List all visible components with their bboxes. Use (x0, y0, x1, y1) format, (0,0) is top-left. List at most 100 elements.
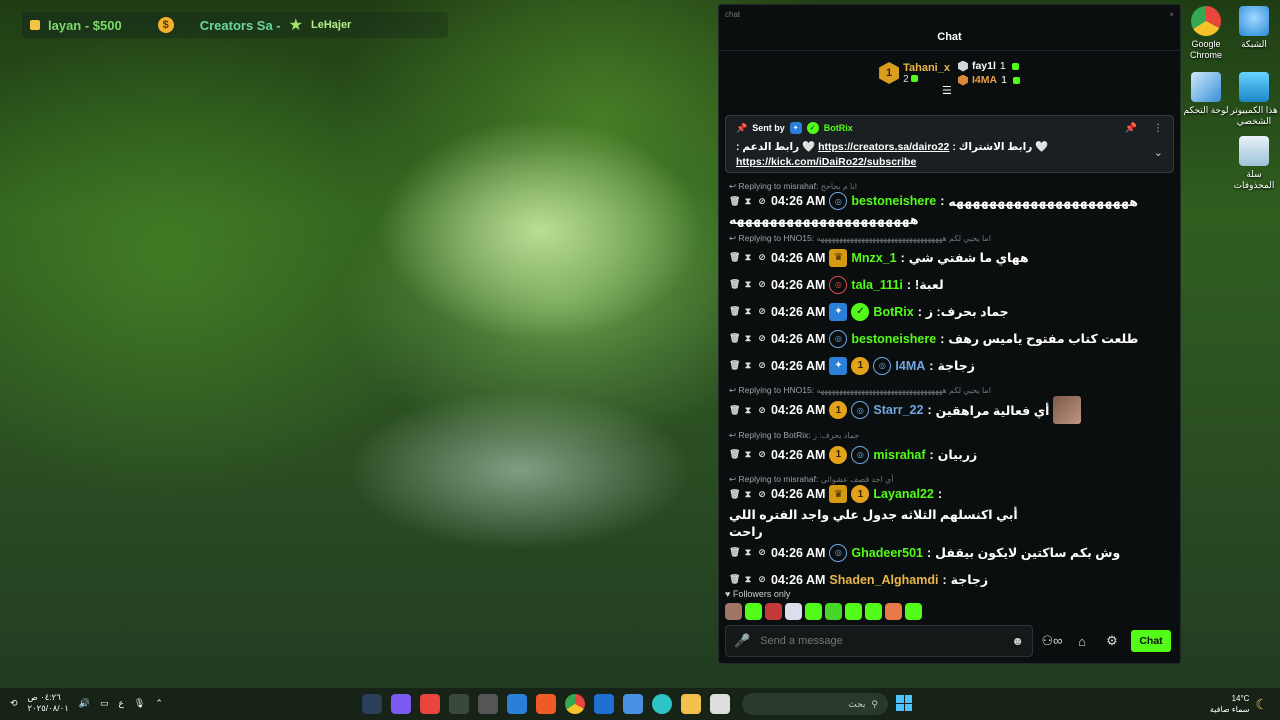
ban-icon[interactable]: ⊘ (757, 405, 767, 416)
chevron-up-icon[interactable]: ⌃ (155, 698, 163, 709)
ban-icon[interactable]: ⊘ (757, 360, 767, 371)
taskbar-clock[interactable]: ٠٤:٢٦ ص ٢٠٢٥/٠٨/٠١ (28, 692, 69, 714)
ban-icon[interactable]: ⊘ (757, 279, 767, 290)
microphone-icon[interactable]: 🎤 (734, 633, 750, 649)
reply-context[interactable]: ↩ Replying to HNO15: اما يحبي لكم هههههه… (729, 233, 1172, 244)
store-taskbar-icon[interactable] (623, 694, 643, 714)
obs-icon[interactable] (478, 694, 498, 714)
ban-icon[interactable]: ⊘ (757, 574, 767, 585)
emote-item[interactable] (845, 603, 862, 620)
timeout-icon[interactable]: ⧗ (743, 547, 753, 558)
pinned-sender[interactable]: BotRix (824, 123, 853, 133)
close-icon[interactable]: × (1169, 10, 1174, 19)
timeout-icon[interactable]: ⧗ (743, 306, 753, 317)
mic-tray-icon[interactable]: 🎙 (134, 698, 145, 709)
emote-item[interactable] (725, 603, 742, 620)
ban-icon[interactable]: ⊘ (757, 252, 767, 263)
timeout-icon[interactable]: ⧗ (743, 333, 753, 344)
timeout-icon[interactable]: ⧗ (743, 449, 753, 460)
file-explorer-icon[interactable] (681, 694, 701, 714)
message-username[interactable]: I4MA (895, 359, 925, 373)
message-input-box[interactable]: 🎤 ☻ (725, 625, 1033, 657)
emote-item[interactable] (745, 603, 762, 620)
leaderboard-third[interactable]: I4MA 1 (957, 74, 1020, 86)
delete-message-icon[interactable]: 🗑 (729, 449, 740, 460)
delete-message-icon[interactable]: 🗑 (729, 547, 740, 558)
ban-icon[interactable]: ⊘ (757, 333, 767, 344)
desktop-icon-chrome[interactable]: Google Chrome (1180, 6, 1232, 61)
timeout-icon[interactable]: ⧗ (743, 574, 753, 585)
emote-item[interactable] (885, 603, 902, 620)
delete-message-icon[interactable]: 🗑 (729, 333, 740, 344)
message-username[interactable]: BotRix (873, 305, 913, 319)
message-input[interactable] (760, 635, 1002, 647)
delete-message-icon[interactable]: 🗑 (729, 405, 740, 416)
emote-item[interactable] (865, 603, 882, 620)
pinned-link-kick[interactable]: https://kick.com/iDaiRo22/subscribe (736, 156, 916, 168)
leaderboard-first[interactable]: 1 Tahani_x 2 (879, 62, 950, 85)
reply-context[interactable]: ↩ Replying to HNO15: اما يحبي لكم هههههه… (729, 385, 1172, 396)
timeout-icon[interactable]: ⧗ (743, 252, 753, 263)
desktop-icon-recycle-bin[interactable]: سلة المحذوفات (1228, 136, 1280, 191)
unpin-icon[interactable]: 📌 (1125, 123, 1137, 134)
leaderboard-second[interactable]: fay1l 1 (957, 60, 1020, 72)
windows-app-icon[interactable] (594, 694, 614, 714)
delete-message-icon[interactable]: 🗑 (729, 574, 740, 585)
message-username[interactable]: Starr_22 (873, 403, 923, 417)
input-language[interactable]: ع (119, 698, 124, 709)
pinned-link-subscribe[interactable]: https://creators.sa/dairo22 (818, 141, 949, 153)
collapse-leaderboard-icon[interactable]: ☰ (942, 84, 952, 97)
steam-icon[interactable] (362, 694, 382, 714)
message-username[interactable]: bestoneishere (851, 194, 936, 208)
app-red-icon[interactable] (420, 694, 440, 714)
ban-icon[interactable]: ⊘ (757, 196, 767, 207)
chevron-down-icon[interactable]: ⌄ (1154, 146, 1163, 159)
start-button[interactable] (896, 695, 912, 711)
emote-item[interactable] (785, 603, 802, 620)
message-username[interactable]: Ghadeer501 (851, 546, 923, 560)
chrome-taskbar-icon[interactable] (565, 694, 585, 714)
timeout-icon[interactable]: ⧗ (743, 360, 753, 371)
send-chat-button[interactable]: Chat (1131, 630, 1171, 652)
message-username[interactable]: misrahaf (873, 448, 925, 462)
desktop-icon-network[interactable]: الشبكة (1228, 6, 1280, 50)
app-white-icon[interactable] (710, 694, 730, 714)
brave-icon[interactable] (536, 694, 556, 714)
window-titlebar[interactable]: chat × (719, 5, 1180, 23)
message-username[interactable]: tala_111i (851, 278, 902, 292)
notification-icon[interactable]: ⟲ (10, 698, 18, 709)
ban-icon[interactable]: ⊘ (757, 489, 767, 500)
settings-gear-icon[interactable]: ⚙ (1101, 633, 1123, 649)
mail-icon[interactable] (507, 694, 527, 714)
timeout-icon[interactable]: ⧗ (743, 489, 753, 500)
delete-message-icon[interactable]: 🗑 (729, 196, 740, 207)
desktop-icon-this-pc[interactable]: هذا الكمبيوتر الشخصي (1228, 72, 1280, 127)
message-username[interactable]: Mnzx_1 (851, 251, 896, 265)
taskbar-search[interactable]: بحث ⚲ (742, 693, 888, 715)
emote-item[interactable] (825, 603, 842, 620)
message-username[interactable]: bestoneishere (851, 332, 936, 346)
ban-icon[interactable]: ⊘ (757, 547, 767, 558)
timeout-icon[interactable]: ⧗ (743, 405, 753, 416)
ban-icon[interactable]: ⊘ (757, 449, 767, 460)
store-icon[interactable]: ⌂ (1071, 634, 1093, 649)
reply-context[interactable]: ↩ Replying to BotRix: جماد بحرف: ز (729, 430, 1172, 441)
emote-item[interactable] (805, 603, 822, 620)
message-username[interactable]: Layanal22 (873, 487, 933, 501)
volume-icon[interactable]: 🔊 (79, 698, 90, 709)
timeout-icon[interactable]: ⧗ (743, 196, 753, 207)
message-username[interactable]: Shaden_Alghamdi (829, 573, 938, 587)
ban-icon[interactable]: ⊘ (757, 306, 767, 317)
weather-widget[interactable]: 14°C سماء صافية ☾ (1210, 693, 1268, 715)
delete-message-icon[interactable]: 🗑 (729, 279, 740, 290)
timeout-icon[interactable]: ⧗ (743, 279, 753, 290)
xbox-icon[interactable] (449, 694, 469, 714)
delete-message-icon[interactable]: 🗑 (729, 360, 740, 371)
delete-message-icon[interactable]: 🗑 (729, 306, 740, 317)
reply-context[interactable]: ↩ Replying to misrahaf: أي احد قصف عشوائ… (729, 474, 1172, 485)
edge-icon[interactable] (652, 694, 672, 714)
emoji-picker-icon[interactable]: ☻ (1011, 634, 1024, 648)
emote-item[interactable] (905, 603, 922, 620)
network-status-icon[interactable]: ▭ (100, 698, 109, 709)
more-options-icon[interactable]: ⋮ (1153, 123, 1163, 134)
